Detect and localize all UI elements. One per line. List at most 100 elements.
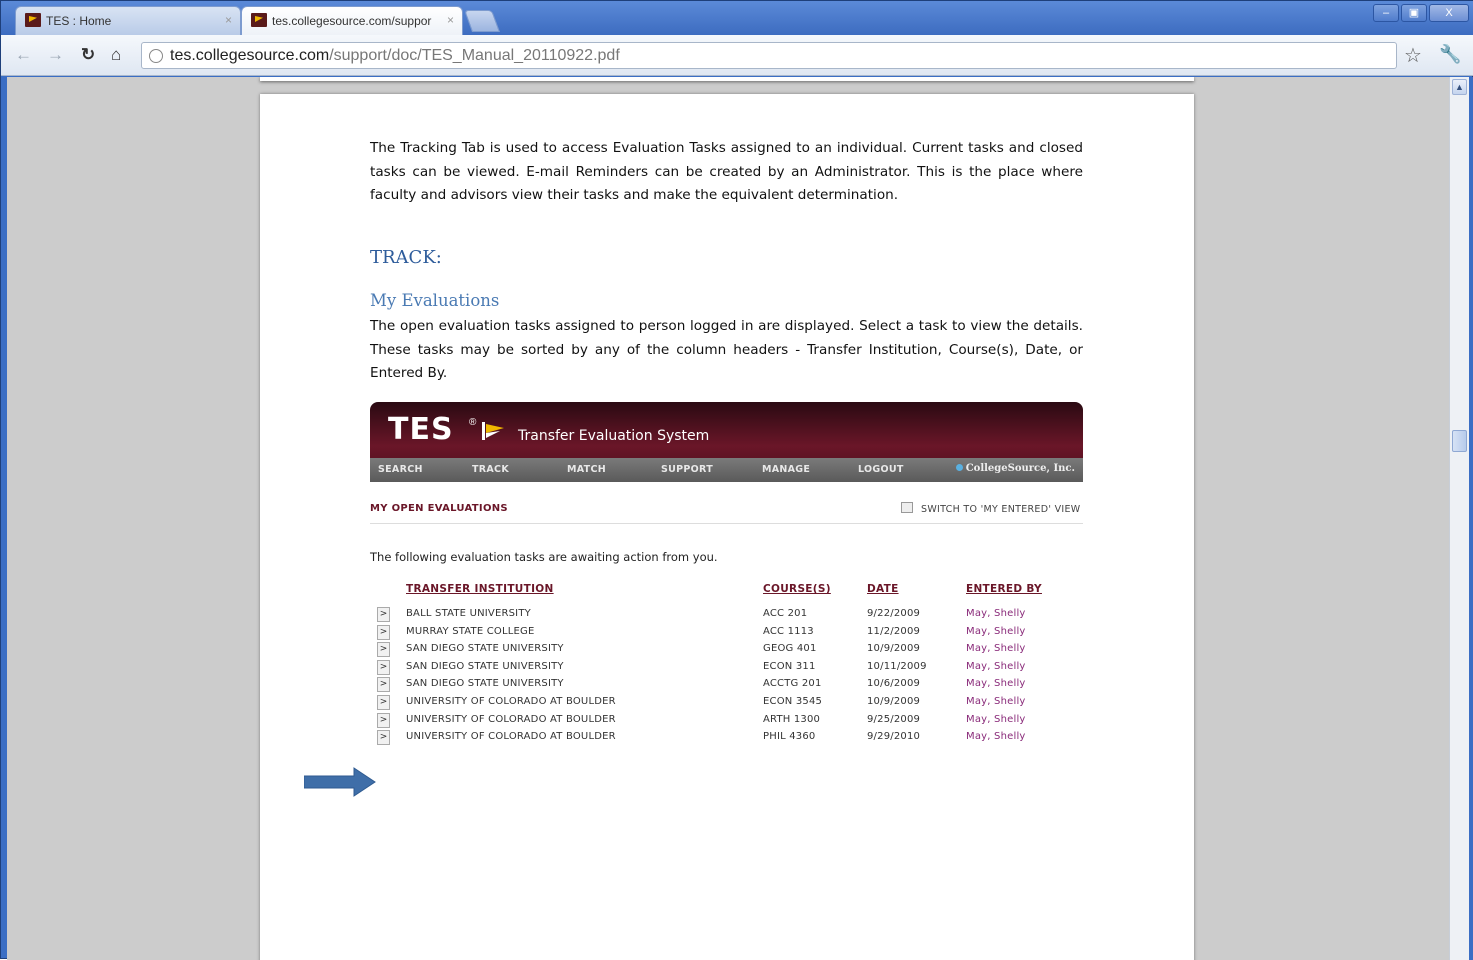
tab-tes-home[interactable]: TES : Home × (15, 6, 241, 35)
pdf-viewer: The Tracking Tab is used to access Evalu… (7, 77, 1449, 960)
row-entered-by: May, Shelly (966, 643, 1026, 655)
open-task-button[interactable]: > (377, 712, 390, 728)
tes-favicon-icon (25, 13, 41, 27)
tes-flag-icon (482, 422, 504, 440)
table-row[interactable]: > SAN DIEGO STATE UNIVERSITY ACCTG 201 10/6… (377, 676, 1037, 694)
bookmark-star-icon[interactable]: ☆ (1404, 43, 1422, 68)
minimize-button[interactable]: – (1373, 4, 1399, 22)
row-entered-by: May, Shelly (966, 608, 1026, 619)
collegesource-brand: CollegeSource, Inc. (955, 463, 1075, 474)
row-institution: MURRAY STATE COLLEGE (406, 625, 535, 637)
vertical-scrollbar[interactable]: ▲ (1449, 77, 1469, 960)
open-task-button[interactable]: > (377, 624, 390, 640)
row-course: ARTH 1300 (763, 713, 821, 725)
reload-icon[interactable]: ↻ (81, 45, 95, 65)
row-entered-by: May, Shelly (966, 713, 1026, 725)
open-task-button[interactable]: > (377, 659, 390, 675)
nav-manage[interactable]: MANAGE (762, 464, 810, 475)
heading-track: TRACK: (370, 247, 442, 268)
tab-label: TES : Home (46, 14, 112, 28)
registered-mark: ® (469, 417, 477, 428)
browser-toolbar: ← → ↻ ⌂ tes.collegesource.com/support/do… (1, 35, 1473, 76)
globe-icon (149, 49, 163, 63)
callout-arrow-icon (304, 767, 376, 797)
row-course: GEOG 401 (763, 643, 817, 655)
nav-support[interactable]: SUPPORT (661, 464, 713, 475)
open-task-button[interactable]: > (377, 695, 390, 710)
row-course: ACC 201 (763, 608, 808, 619)
new-tab-button[interactable] (463, 10, 501, 32)
tab-label: tes.collegesource.com/suppor (272, 14, 432, 28)
table-row[interactable]: > SAN DIEGO STATE UNIVERSITY GEOG 401 10/9/… (377, 641, 1037, 659)
wrench-menu-icon[interactable]: 🔧 (1439, 44, 1461, 65)
tab-manual-pdf[interactable]: tes.collegesource.com/suppor × (241, 6, 463, 35)
row-date: 10/11/2009 (867, 660, 927, 672)
table-row[interactable]: > UNIVERSITY OF COLORADO AT BOULDER ARTH 1… (377, 712, 1037, 730)
open-task-button[interactable]: > (377, 607, 390, 622)
row-date: 10/9/2009 (867, 696, 921, 707)
tes-header-banner: TES ® Transfer Evaluation System SEARCH … (370, 402, 1083, 482)
tab-close-icon[interactable]: × (447, 13, 454, 27)
row-course: ACCTG 201 (763, 678, 822, 690)
nav-logout[interactable]: LOGOUT (858, 464, 904, 475)
row-date: 10/6/2009 (867, 678, 921, 690)
home-icon[interactable]: ⌂ (111, 45, 121, 65)
table-row[interactable]: > UNIVERSITY OF COLORADO AT BOULDER ECON 3… (377, 694, 1037, 712)
open-task-button[interactable]: > (377, 642, 390, 658)
scroll-thumb[interactable] (1452, 430, 1467, 452)
nav-search[interactable]: SEARCH (378, 464, 423, 475)
back-arrow-icon[interactable]: ← (15, 45, 32, 65)
forward-arrow-icon[interactable]: → (47, 45, 64, 65)
column-header-course[interactable]: COURSE(S) (763, 583, 831, 595)
nav-match[interactable]: MATCH (567, 464, 606, 475)
window-border (1469, 77, 1473, 960)
scroll-up-arrow-icon[interactable]: ▲ (1452, 79, 1467, 95)
open-task-button[interactable]: > (377, 677, 390, 693)
open-task-button[interactable]: > (377, 730, 390, 746)
restore-button[interactable]: ▣ (1401, 4, 1427, 22)
browser-window: TES : Home × tes.collegesource.com/suppo… (0, 0, 1473, 960)
tes-nav-bar: SEARCH TRACK MATCH SUPPORT MANAGE LOGOUT… (370, 458, 1083, 482)
previous-page-edge (260, 77, 1194, 81)
table-row[interactable]: > BALL STATE UNIVERSITY ACC 201 9/22/2009 Ma… (377, 606, 1037, 624)
row-institution: UNIVERSITY OF COLORADO AT BOULDER (406, 731, 616, 743)
column-header-entered-by[interactable]: ENTERED BY (966, 583, 1042, 595)
column-header-date[interactable]: DATE (867, 583, 899, 595)
row-entered-by: May, Shelly (966, 696, 1026, 707)
address-bar[interactable]: tes.collegesource.com/support/doc/TES_Ma… (141, 42, 1397, 69)
row-institution: UNIVERSITY OF COLORADO AT BOULDER (406, 713, 616, 725)
row-institution: UNIVERSITY OF COLORADO AT BOULDER (406, 696, 616, 707)
row-institution: SAN DIEGO STATE UNIVERSITY (406, 660, 564, 672)
row-course: ECON 3545 (763, 696, 823, 707)
section-title: MY OPEN EVALUATIONS (370, 503, 508, 514)
row-institution: SAN DIEGO STATE UNIVERSITY (406, 678, 564, 690)
row-date: 11/2/2009 (867, 625, 921, 637)
tab-strip: TES : Home × tes.collegesource.com/suppo… (1, 1, 1473, 35)
row-date: 9/22/2009 (867, 608, 921, 619)
collegesource-logo-icon (955, 464, 963, 471)
nav-track[interactable]: TRACK (472, 464, 509, 475)
row-date: 10/9/2009 (867, 643, 921, 655)
table-row[interactable]: > UNIVERSITY OF COLORADO AT BOULDER PHIL 4… (377, 729, 1037, 747)
divider (370, 523, 1083, 524)
table-row[interactable]: > SAN DIEGO STATE UNIVERSITY ECON 311 10/11… (377, 659, 1037, 677)
tes-tagline: Transfer Evaluation System (518, 428, 710, 444)
window-controls: – ▣ X (1373, 4, 1469, 22)
close-window-button[interactable]: X (1429, 4, 1469, 22)
intro-paragraph: The Tracking Tab is used to access Evalu… (370, 140, 1083, 203)
row-course: ACC 1113 (763, 625, 814, 637)
evaluations-paragraph: The open evaluation tasks assigned to pe… (370, 318, 1083, 381)
heading-my-evaluations: My Evaluations (370, 291, 500, 310)
row-date: 9/25/2009 (867, 713, 921, 725)
row-course: PHIL 4360 (763, 731, 816, 743)
column-header-institution[interactable]: TRANSFER INSTITUTION (406, 583, 554, 595)
tes-logo: TES (388, 412, 454, 447)
row-entered-by: May, Shelly (966, 731, 1026, 743)
row-course: ECON 311 (763, 660, 816, 672)
tab-close-icon[interactable]: × (225, 13, 232, 27)
table-row[interactable]: > MURRAY STATE COLLEGE ACC 1113 11/2/2009 Ma… (377, 624, 1037, 642)
switch-view-checkbox[interactable] (901, 502, 913, 513)
brand-label: CollegeSource, Inc. (965, 463, 1075, 474)
row-institution: SAN DIEGO STATE UNIVERSITY (406, 643, 564, 655)
switch-view-label[interactable]: SWITCH TO 'MY ENTERED' VIEW (921, 504, 1080, 515)
